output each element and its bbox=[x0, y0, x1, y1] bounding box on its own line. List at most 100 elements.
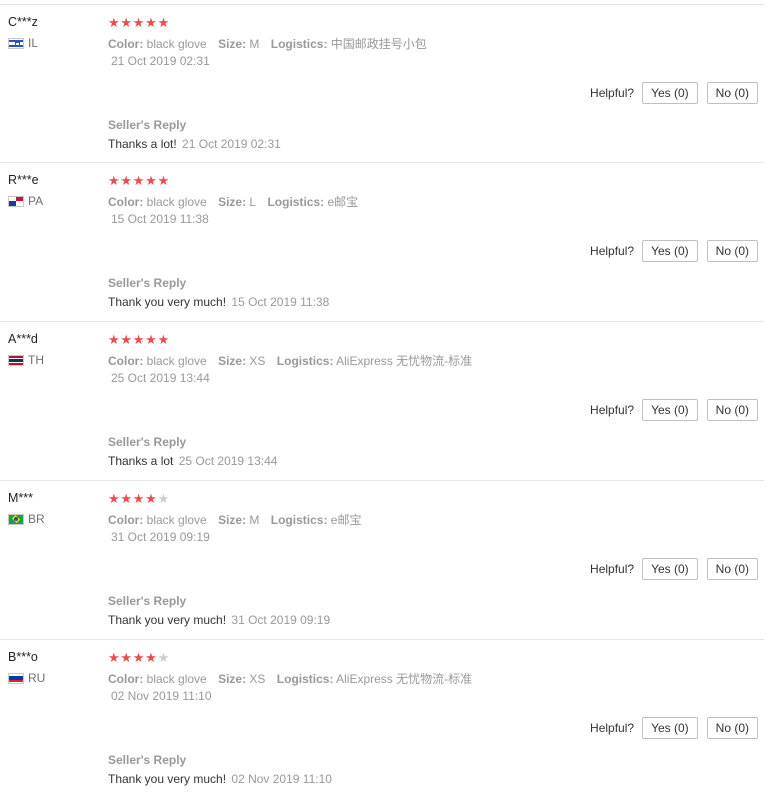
seller-reply-date: 31 Oct 2019 09:19 bbox=[231, 613, 331, 627]
color-value: black glove bbox=[146, 195, 207, 209]
helpful-no-button[interactable]: No (0) bbox=[706, 717, 758, 739]
star-filled-icon: ★ bbox=[120, 491, 133, 506]
star-rating: ★ ★ ★ ★ ★ bbox=[108, 492, 170, 505]
order-attributes: Color: black glove Size: M Logistics: 中国… bbox=[108, 35, 435, 52]
logistics-label: Logistics: bbox=[276, 672, 334, 686]
reviewer-name: A***d bbox=[8, 332, 38, 346]
seller-reply: Thank you very much! 02 Nov 2019 11:10 bbox=[108, 772, 332, 786]
star-filled-icon: ★ bbox=[145, 15, 157, 30]
seller-reply-title: Seller's Reply bbox=[108, 118, 187, 132]
reviewer-country: TH bbox=[8, 353, 44, 367]
helpful-yes-button[interactable]: Yes (0) bbox=[642, 558, 698, 580]
size-value: M bbox=[249, 513, 260, 527]
star-filled-icon: ★ bbox=[145, 491, 157, 506]
seller-reply-date: 25 Oct 2019 13:44 bbox=[178, 454, 278, 468]
thailand-flag-icon bbox=[8, 354, 24, 366]
seller-reply-date: 21 Oct 2019 02:31 bbox=[182, 137, 281, 151]
star-rating: ★ ★ ★ ★ ★ bbox=[108, 174, 170, 187]
size-value: XS bbox=[249, 354, 266, 368]
helpful-vote: Helpful? Yes (0) No (0) bbox=[590, 82, 758, 104]
star-filled-icon: ★ bbox=[120, 173, 133, 188]
helpful-label: Helpful? bbox=[590, 721, 635, 735]
helpful-vote: Helpful? Yes (0) No (0) bbox=[590, 399, 758, 421]
seller-reply-title: Seller's Reply bbox=[108, 276, 187, 290]
logistics-label: Logistics: bbox=[270, 513, 328, 527]
reviewer-name: R***e bbox=[8, 173, 39, 187]
helpful-vote: Helpful? Yes (0) No (0) bbox=[590, 717, 758, 739]
size-value: L bbox=[249, 195, 257, 209]
seller-reply-title: Seller's Reply bbox=[108, 435, 187, 449]
helpful-yes-button[interactable]: Yes (0) bbox=[642, 717, 698, 739]
seller-reply-text: Thank you very much! bbox=[108, 613, 227, 627]
logistics-label: Logistics: bbox=[270, 37, 328, 51]
helpful-yes-button[interactable]: Yes (0) bbox=[642, 82, 698, 104]
panama-flag-icon bbox=[8, 195, 24, 207]
reviewer-country: BR bbox=[8, 512, 45, 526]
star-filled-icon: ★ bbox=[145, 332, 157, 347]
logistics-label: Logistics: bbox=[267, 195, 325, 209]
star-filled-icon: ★ bbox=[108, 491, 120, 506]
country-code: RU bbox=[28, 671, 46, 685]
star-filled-icon: ★ bbox=[132, 650, 145, 665]
helpful-label: Helpful? bbox=[590, 562, 635, 576]
helpful-label: Helpful? bbox=[590, 403, 635, 417]
seller-reply: Thanks a lot! 21 Oct 2019 02:31 bbox=[108, 137, 281, 151]
star-filled-icon: ★ bbox=[157, 332, 170, 347]
review-item: M*** BR ★ ★ ★ ★ ★ Color: black glove Size: M Lo… bbox=[0, 480, 764, 638]
review-date: 21 Oct 2019 02:31 bbox=[111, 54, 210, 68]
seller-reply-text: Thanks a lot! bbox=[108, 137, 177, 151]
size-label: Size: bbox=[218, 37, 247, 51]
reviewer-country: RU bbox=[8, 671, 45, 685]
star-rating: ★ ★ ★ ★ ★ bbox=[108, 333, 170, 346]
helpful-no-button[interactable]: No (0) bbox=[706, 558, 758, 580]
color-label: Color: bbox=[108, 672, 144, 686]
star-filled-icon: ★ bbox=[132, 15, 145, 30]
logistics-value: AliExpress 无忧物流-标准 bbox=[336, 672, 473, 686]
order-attributes: Color: black glove Size: M Logistics: e邮… bbox=[108, 511, 369, 528]
star-filled-icon: ★ bbox=[145, 650, 157, 665]
reviewer-name: C***z bbox=[8, 15, 38, 29]
country-code: IL bbox=[28, 36, 39, 50]
helpful-vote: Helpful? Yes (0) No (0) bbox=[590, 240, 758, 262]
country-code: BR bbox=[28, 512, 45, 526]
seller-reply-text: Thank you very much! bbox=[108, 295, 227, 309]
seller-reply: Thank you very much! 31 Oct 2019 09:19 bbox=[108, 613, 330, 627]
star-empty-icon: ★ bbox=[157, 491, 170, 506]
russia-flag-icon bbox=[8, 672, 24, 684]
star-filled-icon: ★ bbox=[120, 15, 133, 30]
star-empty-icon: ★ bbox=[157, 650, 170, 665]
reviewer-country: IL bbox=[8, 36, 38, 50]
review-item: A***d TH ★ ★ ★ ★ ★ Color: black glove Size: XS … bbox=[0, 321, 764, 479]
size-label: Size: bbox=[218, 354, 247, 368]
color-label: Color: bbox=[108, 195, 144, 209]
star-filled-icon: ★ bbox=[120, 650, 133, 665]
seller-reply-text: Thank you very much! bbox=[108, 772, 227, 786]
country-code: TH bbox=[28, 353, 44, 367]
color-value: black glove bbox=[146, 513, 207, 527]
helpful-no-button[interactable]: No (0) bbox=[706, 240, 758, 262]
star-filled-icon: ★ bbox=[157, 15, 170, 30]
seller-reply: Thanks a lot 25 Oct 2019 13:44 bbox=[108, 454, 277, 468]
size-label: Size: bbox=[218, 672, 247, 686]
star-filled-icon: ★ bbox=[108, 15, 120, 30]
review-item: C***z IL ★ ★ ★ ★ ★ Color: black glove Size: M L… bbox=[0, 4, 764, 162]
helpful-yes-button[interactable]: Yes (0) bbox=[642, 399, 698, 421]
helpful-yes-button[interactable]: Yes (0) bbox=[642, 240, 698, 262]
star-filled-icon: ★ bbox=[132, 173, 145, 188]
helpful-no-button[interactable]: No (0) bbox=[706, 399, 758, 421]
color-value: black glove bbox=[146, 672, 207, 686]
size-label: Size: bbox=[218, 195, 247, 209]
israel-flag-icon bbox=[8, 37, 24, 49]
seller-reply: Thank you very much! 15 Oct 2019 11:38 bbox=[108, 295, 329, 309]
star-filled-icon: ★ bbox=[108, 173, 120, 188]
star-filled-icon: ★ bbox=[120, 332, 133, 347]
seller-reply-title: Seller's Reply bbox=[108, 594, 187, 608]
seller-reply-title: Seller's Reply bbox=[108, 753, 187, 767]
order-attributes: Color: black glove Size: XS Logistics: A… bbox=[108, 352, 480, 369]
logistics-value: 中国邮政挂号小包 bbox=[330, 37, 427, 51]
review-item: R***e PA ★ ★ ★ ★ ★ Color: black glove Size: L L… bbox=[0, 162, 764, 320]
order-attributes: Color: black glove Size: XS Logistics: A… bbox=[108, 670, 480, 687]
color-label: Color: bbox=[108, 37, 144, 51]
helpful-vote: Helpful? Yes (0) No (0) bbox=[590, 558, 758, 580]
helpful-no-button[interactable]: No (0) bbox=[706, 82, 758, 104]
